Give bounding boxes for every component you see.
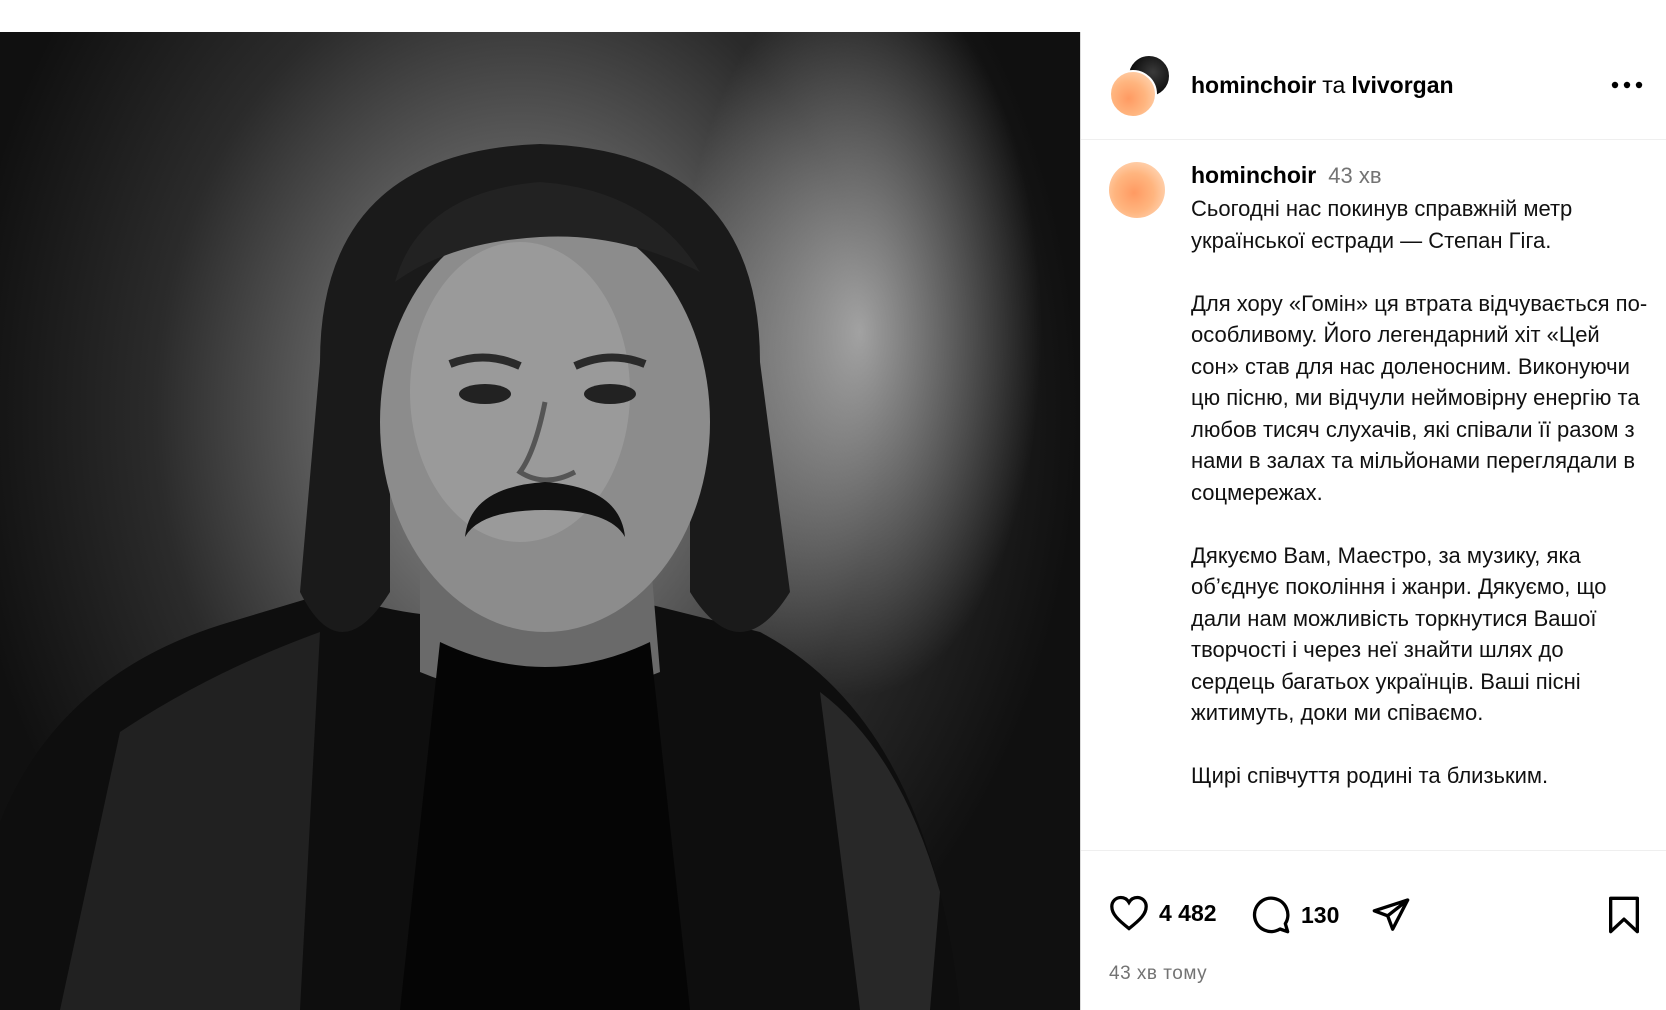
- owner-link-primary[interactable]: hominchoir: [1191, 72, 1316, 98]
- post-sidebar: hominchoir та lvivorgan hominchoir 43 хв Сь…: [1080, 32, 1666, 1010]
- comment-time[interactable]: 43 хв: [1328, 163, 1381, 188]
- comment-icon: [1252, 896, 1290, 934]
- heart-icon: [1110, 895, 1148, 931]
- owners-conjunction: та: [1322, 72, 1346, 98]
- post-photo[interactable]: [0, 32, 1080, 1010]
- avatar[interactable]: [1109, 162, 1165, 218]
- caption-text: Сьогодні нас покинув справжній метр укра…: [1191, 196, 1648, 788]
- comments-count[interactable]: 130: [1301, 902, 1339, 929]
- share-button[interactable]: [1371, 895, 1411, 935]
- post-header: hominchoir та lvivorgan: [1081, 32, 1666, 140]
- bookmark-icon: [1608, 896, 1639, 934]
- post-owners: hominchoir та lvivorgan: [1191, 72, 1454, 99]
- portrait-illustration: [0, 144, 960, 1010]
- collab-avatars[interactable]: [1109, 54, 1171, 118]
- owner-link-secondary[interactable]: lvivorgan: [1351, 72, 1453, 98]
- avatar-hominchoir[interactable]: [1109, 70, 1157, 118]
- more-options-button[interactable]: [1607, 70, 1647, 100]
- save-button[interactable]: [1607, 895, 1641, 935]
- send-icon: [1372, 898, 1410, 931]
- post-actions: 4 482 130 43 хв тому: [1081, 850, 1666, 1010]
- post-timestamp[interactable]: 43 хв тому: [1109, 963, 1207, 985]
- more-horizontal-icon: [1611, 81, 1643, 89]
- comment-button[interactable]: 130: [1251, 895, 1339, 935]
- likes-count[interactable]: 4 482: [1159, 900, 1217, 927]
- like-button[interactable]: 4 482: [1109, 895, 1217, 931]
- comment-username[interactable]: hominchoir: [1191, 162, 1316, 188]
